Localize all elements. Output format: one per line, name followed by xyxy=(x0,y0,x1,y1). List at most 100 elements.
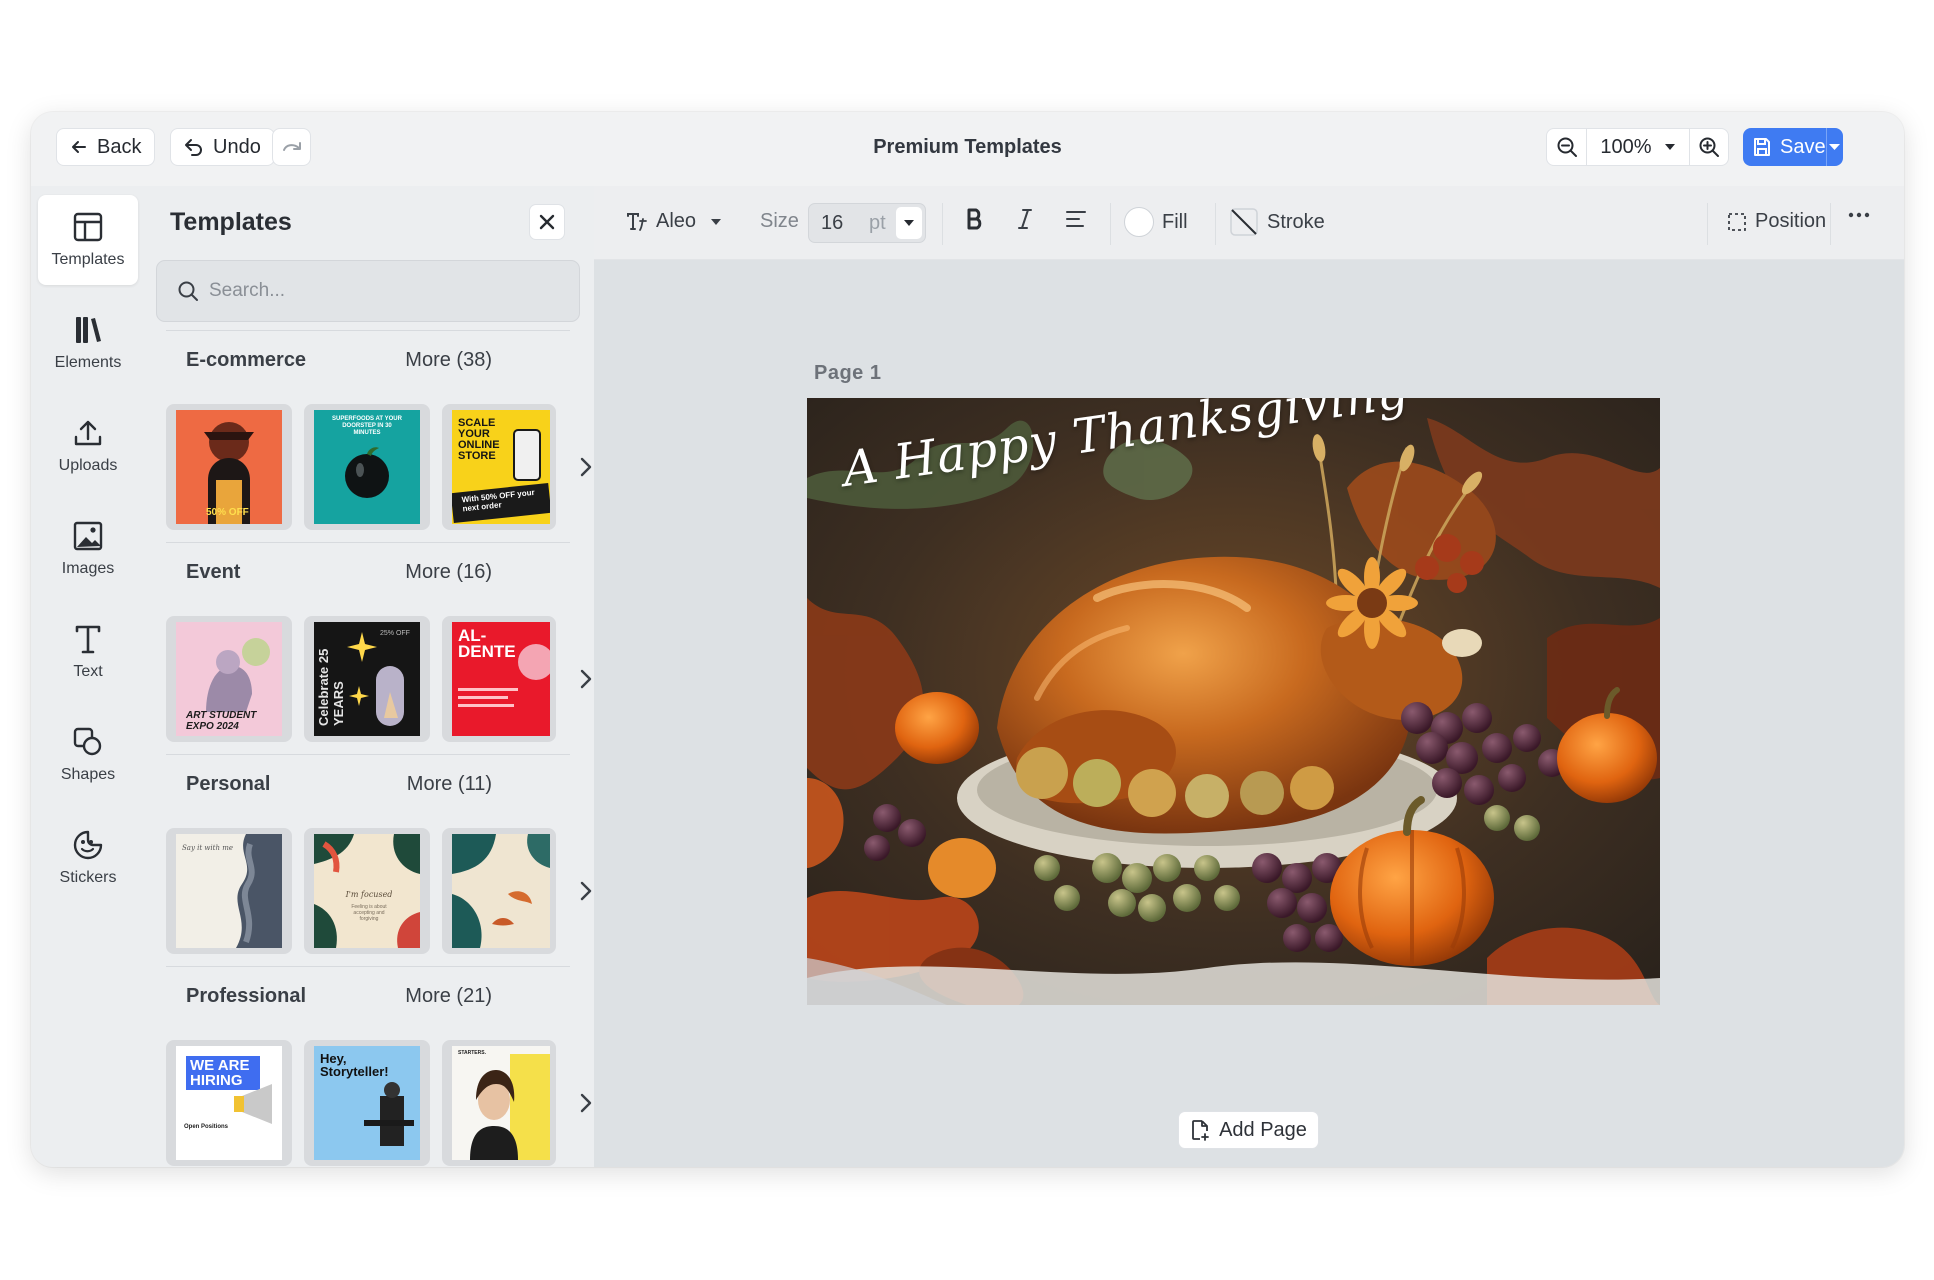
fill-button[interactable]: Fill xyxy=(1124,207,1188,237)
scroll-right-button[interactable] xyxy=(576,878,596,904)
template-thumbnail: SCALE YOUR ONLINE STORE With 50% OFF you… xyxy=(452,410,550,524)
template-card[interactable]: Say it with me xyxy=(166,828,292,954)
layout-icon xyxy=(73,212,103,242)
library-icon xyxy=(76,317,101,343)
template-card[interactable]: 50% OFF xyxy=(166,404,292,530)
rail-item-stickers[interactable]: Stickers xyxy=(38,813,138,903)
zoom-control: 100% xyxy=(1546,128,1729,166)
zoom-in-button[interactable] xyxy=(1690,129,1728,165)
template-thumbnail: Celebrate 25 YEARS 25% OFF xyxy=(314,622,420,736)
scroll-right-button[interactable] xyxy=(576,1090,596,1116)
chevron-right-icon xyxy=(580,881,592,901)
rail-item-uploads[interactable]: Uploads xyxy=(38,401,138,491)
fill-swatch xyxy=(1124,207,1154,237)
thumbnail-subtext: Open Positions xyxy=(184,1124,229,1130)
more-options-button[interactable] xyxy=(1848,212,1870,218)
font-select[interactable]: Aleo xyxy=(626,210,722,233)
text-icon xyxy=(75,625,101,654)
template-row: 50% OFF SUPERFOODS AT YOUR DOORSTEP IN 3… xyxy=(166,404,592,530)
font-size-dropdown[interactable] xyxy=(896,207,922,239)
scroll-right-button[interactable] xyxy=(576,454,596,480)
template-card[interactable]: ART STUDENT EXPO 2024 xyxy=(166,616,292,742)
more-link[interactable]: More (16) xyxy=(382,561,492,584)
position-label: Position xyxy=(1755,210,1827,232)
design-canvas[interactable]: A Happy Thanksgiving xyxy=(807,398,1660,1005)
image-icon xyxy=(73,521,103,551)
more-link[interactable]: More (21) xyxy=(382,985,492,1008)
toolbar-divider xyxy=(1215,203,1216,245)
chevron-right-icon xyxy=(580,457,592,477)
panel-title: Templates xyxy=(170,208,292,236)
workspace: Aleo Size 16 pt Fill Stroke Position Pag… xyxy=(594,186,1904,1167)
zoom-value: 100% xyxy=(1600,135,1652,158)
template-thumbnail: Hey, Storyteller! xyxy=(314,1046,420,1160)
template-thumbnail: 50% OFF xyxy=(176,410,282,524)
template-thumbnail: Say it with me xyxy=(176,834,282,948)
category-name: Event xyxy=(186,561,241,583)
caret-down-icon xyxy=(1829,144,1841,150)
thanksgiving-image xyxy=(807,398,1660,1005)
editor-window: Back Undo Premium Templates 100% Save Te… xyxy=(31,112,1904,1167)
template-card[interactable]: SUPERFOODS AT YOUR DOORSTEP IN 30 MINUTE… xyxy=(304,404,430,530)
template-card[interactable]: Celebrate 25 YEARS 25% OFF xyxy=(304,616,430,742)
chevron-right-icon xyxy=(580,669,592,689)
save-label: Save xyxy=(1780,135,1826,158)
bold-button[interactable] xyxy=(966,208,984,230)
font-size-unit: pt xyxy=(869,211,886,234)
more-link[interactable]: More (38) xyxy=(382,349,492,372)
font-size-value: 16 xyxy=(821,211,844,234)
rail-item-text[interactable]: Text xyxy=(38,607,138,697)
upload-icon xyxy=(74,420,102,446)
rail-label: Uploads xyxy=(58,457,118,474)
divider xyxy=(166,542,570,543)
close-panel-button[interactable] xyxy=(529,204,565,240)
template-card[interactable]: Hey, Storyteller! xyxy=(304,1040,430,1166)
zoom-in-icon xyxy=(1699,137,1719,157)
position-icon xyxy=(1728,212,1746,231)
rail-item-elements[interactable]: Elements xyxy=(38,298,138,388)
rail-label: Images xyxy=(61,560,115,577)
rail-item-images[interactable]: Images xyxy=(38,504,138,594)
toolbar-divider xyxy=(1110,203,1111,245)
font-size-input[interactable]: 16 pt xyxy=(808,203,926,243)
template-card[interactable] xyxy=(442,828,556,954)
template-card[interactable]: AL- DENTE xyxy=(442,616,556,742)
thumbnail-text: Say it with me xyxy=(182,844,233,852)
scroll-right-button[interactable] xyxy=(576,666,596,692)
template-thumbnail xyxy=(452,834,550,948)
stroke-label: Stroke xyxy=(1267,210,1325,233)
template-card[interactable]: STARTERS. xyxy=(442,1040,556,1166)
template-card[interactable]: I'm focused Feeling is about accepting a… xyxy=(304,828,430,954)
template-card[interactable]: SCALE YOUR ONLINE STORE With 50% OFF you… xyxy=(442,404,556,530)
template-card[interactable]: WE ARE HIRING Open Positions xyxy=(166,1040,292,1166)
thumbnail-text: ART STUDENT EXPO 2024 xyxy=(186,710,257,732)
template-row: WE ARE HIRING Open Positions Hey, Storyt… xyxy=(166,1040,592,1166)
more-link[interactable]: More (11) xyxy=(382,773,492,796)
left-rail: Templates Elements Uploads Images Text S… xyxy=(31,186,144,1167)
zoom-out-button[interactable] xyxy=(1547,129,1587,165)
search-input[interactable] xyxy=(209,280,549,302)
template-thumbnail: STARTERS. xyxy=(452,1046,550,1160)
thumbnail-text: 50% OFF xyxy=(206,507,249,518)
save-button[interactable]: Save xyxy=(1743,128,1826,166)
zoom-select[interactable]: 100% xyxy=(1587,129,1690,165)
rail-item-templates[interactable]: Templates xyxy=(38,195,138,285)
font-name: Aleo xyxy=(656,210,697,232)
italic-icon xyxy=(1018,209,1032,229)
toolbar-divider xyxy=(1830,203,1831,245)
save-options-button[interactable] xyxy=(1825,128,1843,166)
align-button[interactable] xyxy=(1065,210,1087,228)
font-icon xyxy=(627,212,647,231)
add-page-button[interactable]: Add Page xyxy=(1178,1111,1319,1149)
thumbnail-subtext: Feeling is about accepting and forgiving xyxy=(351,904,387,922)
rail-item-shapes[interactable]: Shapes xyxy=(38,710,138,800)
rail-label: Stickers xyxy=(59,869,117,886)
divider xyxy=(166,754,570,755)
caret-down-icon xyxy=(904,220,914,226)
close-icon xyxy=(539,214,555,230)
italic-button[interactable] xyxy=(1017,208,1033,230)
position-button[interactable]: Position xyxy=(1727,210,1826,233)
stroke-button[interactable]: Stroke xyxy=(1229,207,1325,237)
search-box xyxy=(156,260,580,322)
stroke-none-icon xyxy=(1230,208,1258,236)
